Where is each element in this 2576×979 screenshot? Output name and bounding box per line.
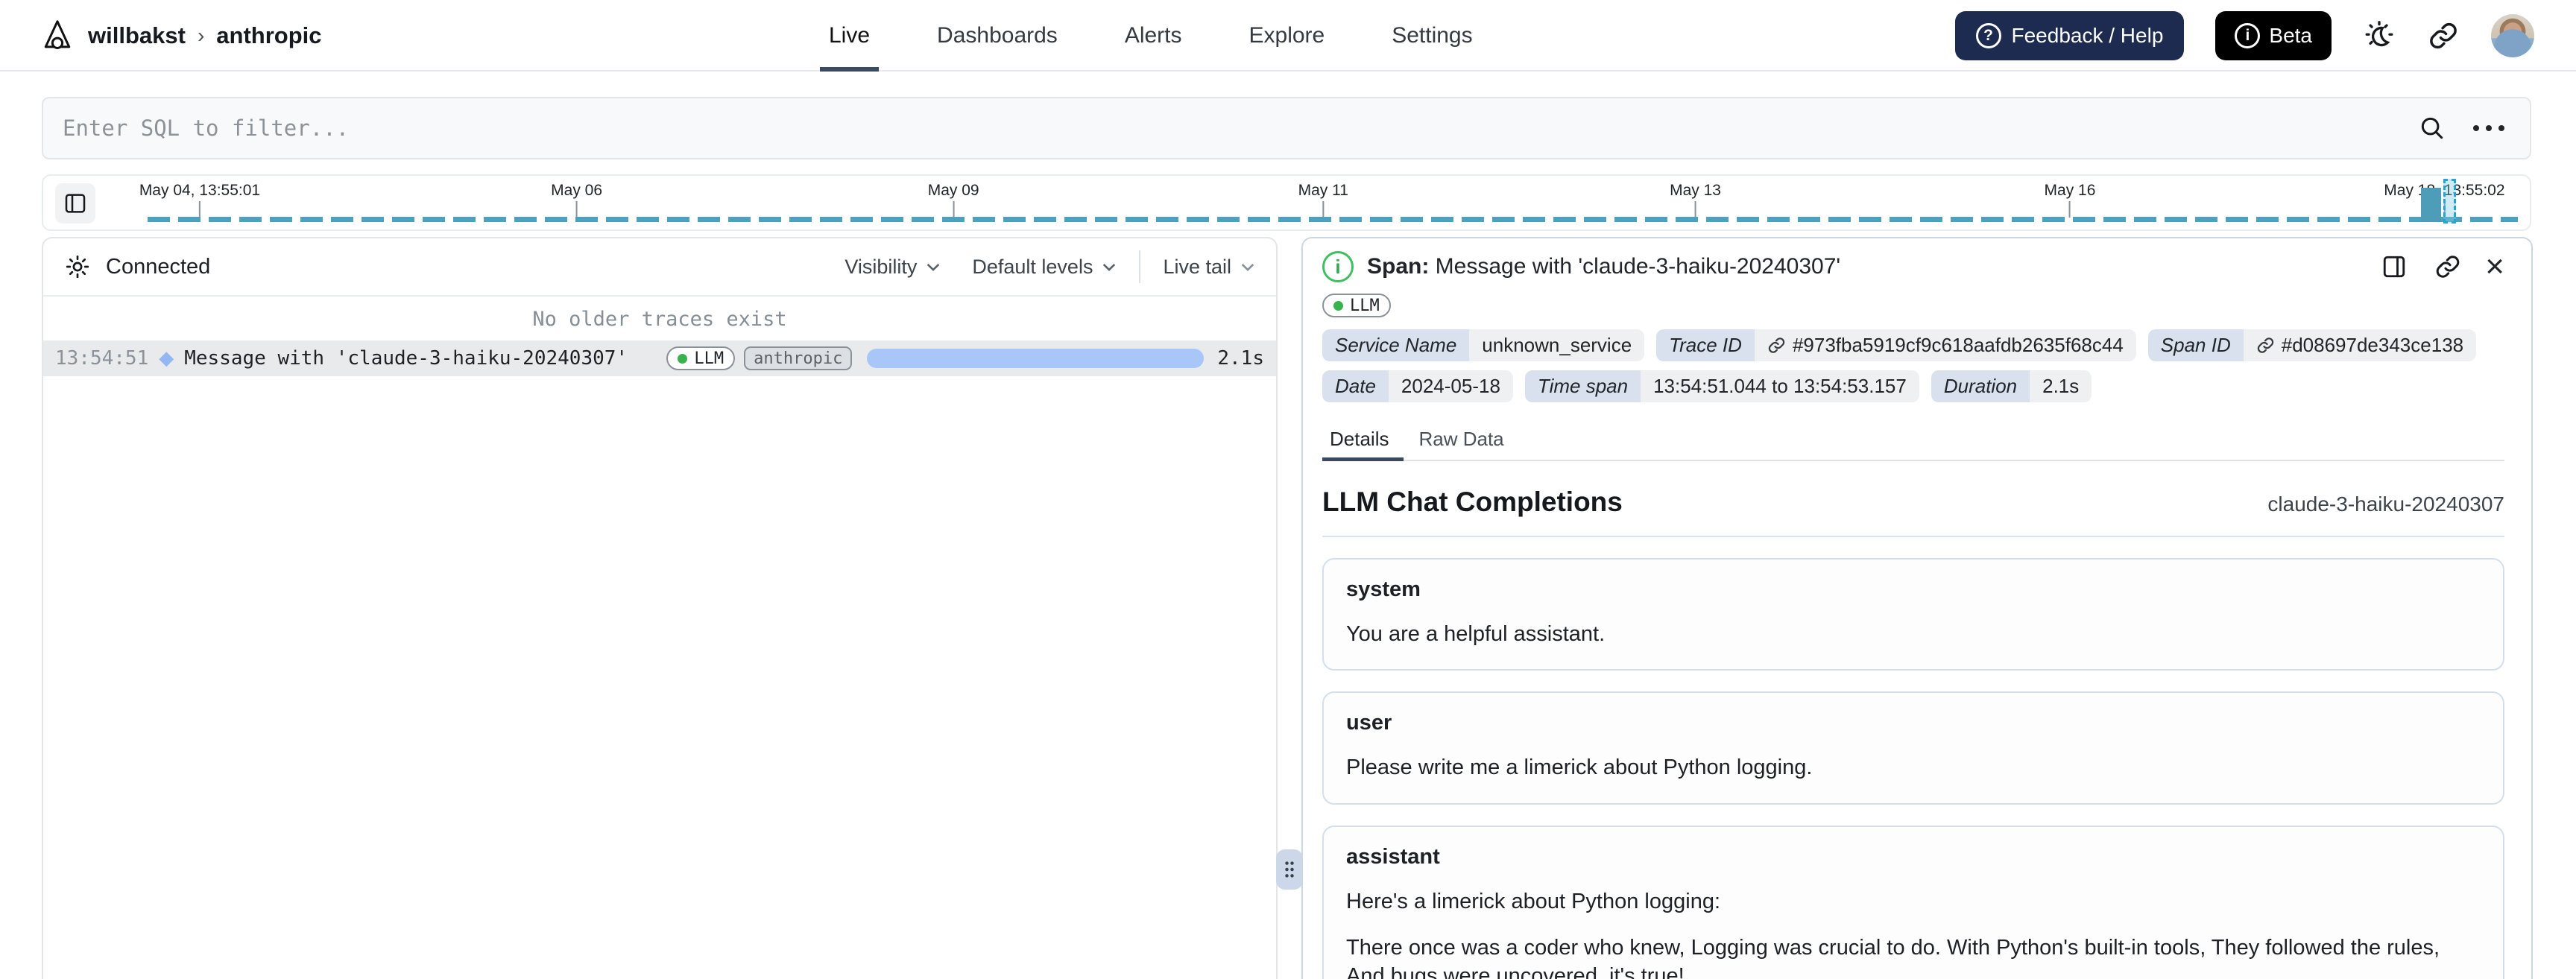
timeline-chart[interactable]: May 04, 13:55:01 May 06 May 09 May 11 Ma… [139,177,2518,225]
message-card-system: system You are a helpful assistant. [1322,558,2504,671]
timeline-tick: May 13 [1670,182,1721,218]
message-card-user: user Please write me a limerick about Py… [1322,691,2504,805]
message-content: There once was a coder who knew, Logging… [1346,935,2440,979]
trace-timestamp: 13:54:51 [55,347,149,370]
span-id-badge[interactable]: Span ID #d08697de343ce138 [2147,329,2477,361]
share-link-icon[interactable] [2431,250,2464,283]
tab-explore[interactable]: Explore [1246,0,1328,72]
question-icon: ? [1975,23,2001,48]
duration-bar [867,349,1205,368]
settings-gear-icon[interactable] [64,253,91,280]
search-icon[interactable] [2418,114,2446,142]
more-options-icon[interactable] [2469,121,2509,136]
timeline-tick: May 06 [551,182,602,218]
span-diamond-icon: ◆ [159,347,174,370]
tab-raw-data[interactable]: Raw Data [1404,422,1518,460]
source-badge: anthropic [744,346,853,370]
llm-tag: LLM [1322,294,1391,317]
breadcrumb-org[interactable]: willbakst [88,22,186,49]
theme-toggle-icon[interactable] [2363,19,2396,52]
span-header: i Span: Message with 'claude-3-haiku-202… [1322,250,2504,283]
span-title: Span: Message with 'claude-3-haiku-20240… [1367,254,1841,279]
llm-badge: LLM [666,346,736,370]
feedback-help-button[interactable]: ? Feedback / Help [1954,11,2185,60]
message-role: user [1346,711,1392,735]
visibility-dropdown[interactable]: Visibility [845,256,941,279]
close-icon[interactable]: × [2485,250,2504,283]
timeline-activity-spike [2420,188,2441,222]
message-content: You are a helpful assistant. [1346,622,1606,646]
no-older-traces-message: No older traces exist [532,308,787,331]
sidebar-toggle-button[interactable] [55,183,95,224]
model-name: claude-3-haiku-20240307 [2267,492,2504,516]
tab-live[interactable]: Live [819,0,880,72]
timeline-tick: May 04, 13:55:01 [139,182,260,218]
message-content: Please write me a limerick about Python … [1346,755,1813,780]
timeline-selection-brush[interactable] [2443,179,2456,224]
chevron-down-icon [1103,263,1116,271]
copy-link-icon[interactable] [2427,19,2460,52]
chevron-down-icon [1241,263,1254,271]
service-name-badge: Service Name unknown_service [1322,329,1645,361]
timeline-activity-baseline [148,217,2518,222]
trace-message: Message with 'claude-3-haiku-20240307' [184,347,628,370]
panel-resize-handle[interactable] [1276,849,1303,890]
timeline-tick: May 11 [1298,182,1348,218]
date-badge: Date 2024-05-18 [1322,370,1513,402]
green-dot-icon [1333,300,1343,311]
tab-settings[interactable]: Settings [1389,0,1475,72]
tab-details[interactable]: Details [1322,422,1404,461]
grip-dots-icon [1285,861,1294,878]
live-tail-dropdown[interactable]: Live tail [1163,256,1255,279]
message-card-assistant: assistant Here's a limerick about Python… [1322,825,2504,979]
duration-badge: Duration 2.1s [1931,370,2092,402]
detail-tabs: Details Raw Data [1322,422,2504,461]
top-nav: willbakst › anthropic Live Dashboards Al… [0,0,2576,72]
breadcrumb: willbakst › anthropic [42,0,322,72]
traces-panel-header: Connected Visibility Default levels Live… [43,238,1276,297]
app-logo-icon[interactable] [42,19,73,53]
green-dot-icon [678,353,688,364]
app-root: willbakst › anthropic Live Dashboards Al… [0,0,2576,979]
message-role: system [1346,577,1421,601]
sql-filter-bar [42,97,2531,159]
header-divider [1139,250,1141,283]
nav-tabs: Live Dashboards Alerts Explore Settings [819,0,1476,72]
span-meta-row-1: Service Name unknown_service Trace ID #9… [1322,329,2504,361]
beta-button[interactable]: i Beta [2215,11,2332,60]
trace-id-badge[interactable]: Trace ID #973fba5919cf9c618aafdb2635f68c… [1656,329,2136,361]
user-avatar[interactable] [2491,14,2534,57]
duration-value: 2.1s [1217,347,1264,370]
traces-panel: Connected Visibility Default levels Live… [42,237,1278,979]
default-levels-dropdown[interactable]: Default levels [972,256,1117,279]
expand-panel-icon[interactable] [2378,250,2411,283]
message-content: Here's a limerick about Python logging: [1346,889,1721,913]
section-title: LLM Chat Completions [1322,487,1623,517]
breadcrumb-project[interactable]: anthropic [216,22,321,49]
sql-filter-input[interactable] [43,98,2418,158]
span-meta-row-2: Date 2024-05-18 Time span 13:54:51.044 t… [1322,370,2504,402]
connection-status: Connected [106,254,211,279]
link-icon [1768,338,1785,353]
tab-alerts[interactable]: Alerts [1122,0,1185,72]
span-detail-panel: i Span: Message with 'claude-3-haiku-202… [1301,237,2533,979]
nav-right-cluster: ? Feedback / Help i Beta [1954,0,2534,72]
section-divider [1322,536,2504,537]
time-histogram: May 04, 13:55:01 May 06 May 09 May 11 Ma… [42,174,2531,231]
link-icon [2257,338,2273,353]
tab-dashboards[interactable]: Dashboards [934,0,1061,72]
section-header: LLM Chat Completions claude-3-haiku-2024… [1322,487,2504,518]
time-span-badge: Time span 13:54:51.044 to 13:54:53.157 [1524,370,1919,402]
span-info-icon: i [1322,251,1354,282]
timeline-tick: May 16 [2045,182,2095,218]
message-role: assistant [1346,844,1440,869]
breadcrumb-separator: › [197,24,205,47]
timeline-tick: May 09 [928,182,979,218]
info-icon: i [2235,23,2261,48]
chevron-down-icon [927,263,940,271]
trace-row[interactable]: 13:54:51 ◆ Message with 'claude-3-haiku-… [43,340,1276,376]
